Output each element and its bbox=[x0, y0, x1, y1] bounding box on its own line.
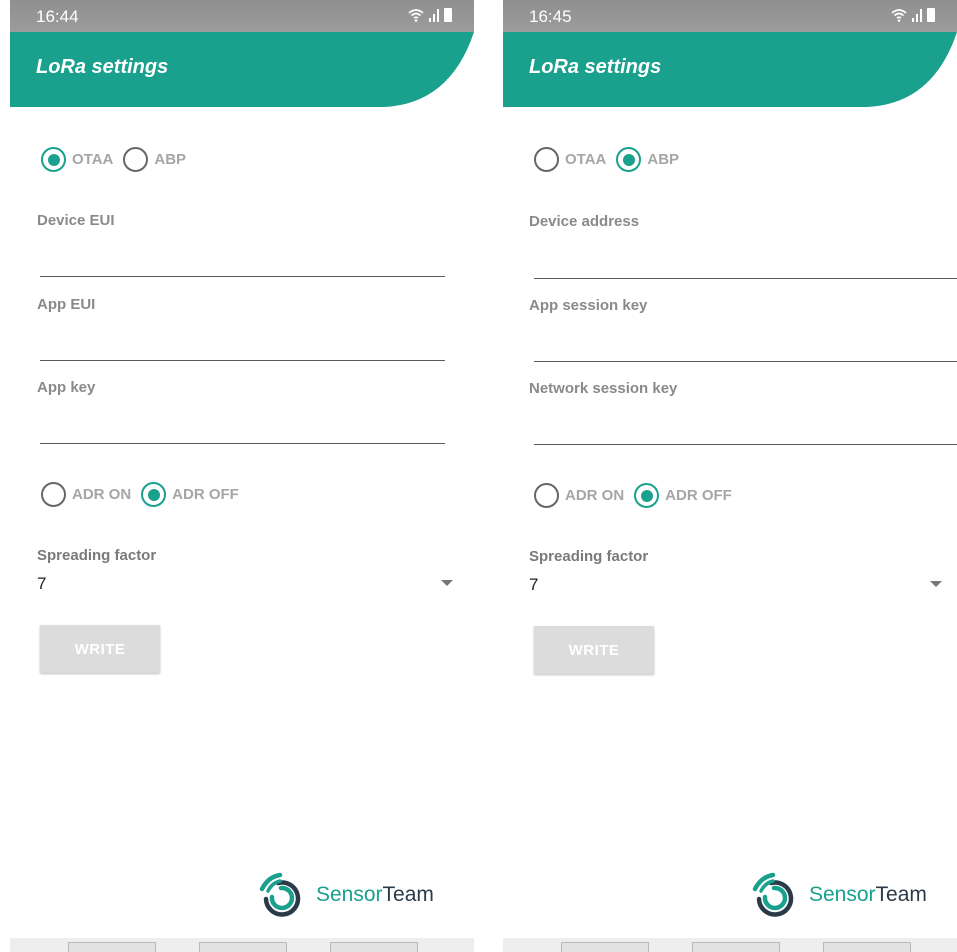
signal-icon bbox=[429, 9, 439, 22]
radio-abp[interactable]: ABP bbox=[123, 147, 186, 172]
sensorteam-logo-icon bbox=[259, 872, 301, 917]
radio-abp-indicator[interactable] bbox=[616, 147, 642, 172]
radio-adr-on-indicator[interactable] bbox=[41, 482, 66, 507]
nav-recent-button[interactable] bbox=[68, 942, 156, 952]
device-address-input[interactable] bbox=[534, 259, 957, 279]
radio-adr-off-label: ADR OFF bbox=[172, 486, 239, 503]
status-time: 16:44 bbox=[36, 7, 79, 26]
radio-adr-off-label: ADR OFF bbox=[665, 487, 732, 504]
app-bar: LoRa settings bbox=[10, 32, 474, 107]
app-eui-label: App EUI bbox=[37, 296, 96, 313]
radio-adr-on-indicator[interactable] bbox=[534, 483, 559, 508]
radio-abp-indicator[interactable] bbox=[123, 147, 149, 172]
navigation-bar bbox=[503, 938, 957, 952]
wordmark-sensor: Sensor bbox=[316, 883, 383, 906]
radio-abp-label: ABP bbox=[154, 151, 187, 168]
page-title: LoRa settings bbox=[529, 56, 662, 78]
radio-adr-off-indicator[interactable] bbox=[634, 483, 660, 508]
spreading-factor-value[interactable]: 7 bbox=[37, 574, 46, 594]
app-key-label: App key bbox=[37, 379, 96, 396]
radio-abp-label: ABP bbox=[647, 151, 680, 168]
signal-icon bbox=[912, 9, 922, 22]
battery-icon bbox=[927, 8, 935, 22]
nav-recent-button[interactable] bbox=[561, 942, 649, 952]
nav-back-button[interactable] bbox=[823, 942, 911, 952]
network-session-key-input[interactable] bbox=[534, 425, 957, 445]
radio-adr-on[interactable]: ADR ON bbox=[534, 483, 624, 508]
app-eui-input[interactable] bbox=[40, 341, 445, 361]
nav-home-button[interactable] bbox=[692, 942, 780, 952]
radio-adr-off[interactable]: ADR OFF bbox=[634, 483, 732, 508]
network-session-key-label: Network session key bbox=[529, 380, 678, 397]
app-session-key-label: App session key bbox=[529, 297, 648, 314]
wifi-icon bbox=[891, 9, 907, 22]
spreading-factor-value[interactable]: 7 bbox=[529, 575, 538, 595]
phone-screen-abp: 16:45 LoRa settings OTAA ABP Device addr… bbox=[503, 0, 957, 952]
app-bar: LoRa settings bbox=[503, 32, 957, 107]
status-time: 16:45 bbox=[529, 7, 572, 26]
sensorteam-wordmark: SensorTeam bbox=[316, 883, 434, 907]
phone-screen-otaa: 16:44 LoRa settings OTAA ABP Device EUI … bbox=[10, 0, 474, 952]
sensorteam-logo: SensorTeam bbox=[258, 871, 434, 919]
radio-otaa-label: OTAA bbox=[72, 151, 114, 168]
wifi-icon bbox=[408, 9, 424, 22]
wordmark-team: Team bbox=[875, 883, 927, 906]
radio-otaa-label: OTAA bbox=[565, 151, 607, 168]
radio-otaa-indicator[interactable] bbox=[534, 147, 559, 172]
join-mode-group: OTAA ABP bbox=[41, 147, 196, 172]
radio-otaa-indicator[interactable] bbox=[41, 147, 66, 172]
write-button[interactable]: WRITE bbox=[40, 625, 160, 673]
spreading-factor-label: Spreading factor bbox=[529, 548, 649, 565]
nav-back-button[interactable] bbox=[330, 942, 418, 952]
sensorteam-logo: SensorTeam bbox=[751, 871, 927, 919]
device-eui-label: Device EUI bbox=[37, 212, 115, 229]
sensorteam-wordmark: SensorTeam bbox=[809, 883, 927, 907]
radio-otaa[interactable]: OTAA bbox=[41, 147, 113, 172]
radio-abp[interactable]: ABP bbox=[616, 147, 679, 172]
radio-otaa[interactable]: OTAA bbox=[534, 147, 606, 172]
status-bar: 16:45 bbox=[503, 0, 957, 32]
sensorteam-logo-icon bbox=[752, 872, 794, 917]
app-key-input[interactable] bbox=[40, 424, 445, 444]
app-session-key-input[interactable] bbox=[534, 342, 957, 362]
wordmark-team: Team bbox=[382, 883, 434, 906]
radio-adr-off[interactable]: ADR OFF bbox=[141, 482, 239, 507]
write-button[interactable]: WRITE bbox=[534, 626, 654, 674]
device-address-label: Device address bbox=[529, 213, 640, 230]
status-bar: 16:44 bbox=[10, 0, 474, 32]
device-eui-input[interactable] bbox=[40, 257, 445, 277]
battery-icon bbox=[444, 8, 452, 22]
page-title: LoRa settings bbox=[36, 56, 169, 78]
radio-adr-on-label: ADR ON bbox=[72, 486, 132, 503]
wordmark-sensor: Sensor bbox=[809, 883, 876, 906]
adr-group: ADR ON ADR OFF bbox=[534, 483, 742, 508]
radio-adr-on-label: ADR ON bbox=[565, 487, 625, 504]
spreading-factor-label: Spreading factor bbox=[37, 547, 157, 564]
join-mode-group: OTAA ABP bbox=[534, 147, 689, 172]
radio-adr-off-indicator[interactable] bbox=[141, 482, 167, 507]
dropdown-arrow-icon[interactable] bbox=[930, 581, 942, 587]
navigation-bar bbox=[10, 938, 474, 952]
radio-adr-on[interactable]: ADR ON bbox=[41, 482, 131, 507]
adr-group: ADR ON ADR OFF bbox=[41, 482, 249, 507]
nav-home-button[interactable] bbox=[199, 942, 287, 952]
dropdown-arrow-icon[interactable] bbox=[441, 580, 453, 586]
